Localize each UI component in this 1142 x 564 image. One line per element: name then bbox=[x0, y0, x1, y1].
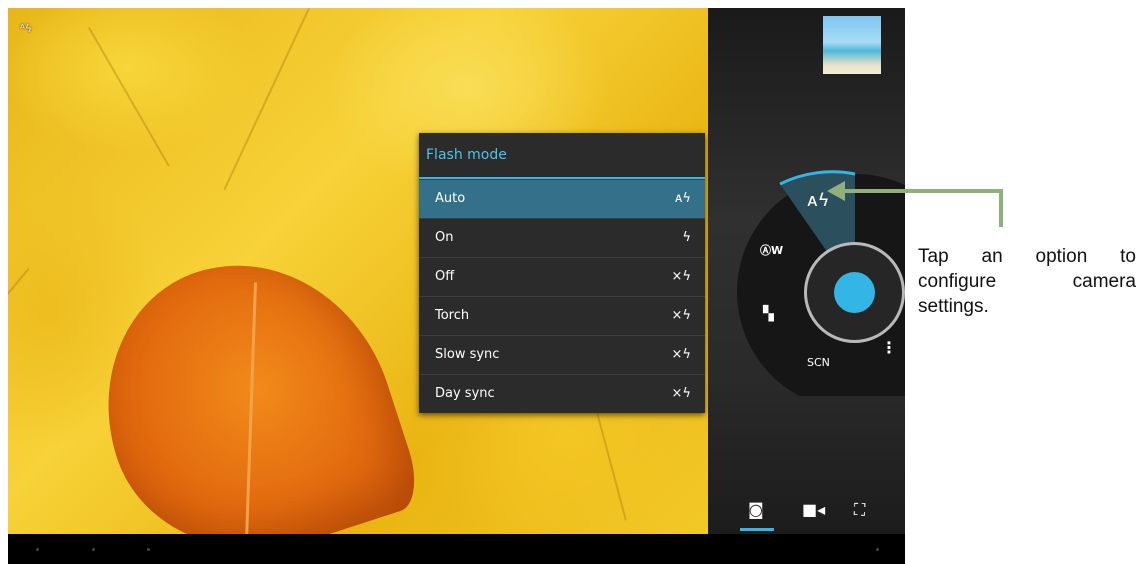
leaf-vein bbox=[8, 268, 30, 408]
panorama-icon[interactable]: ⛶ bbox=[854, 500, 865, 520]
nav-recents-dot[interactable] bbox=[147, 548, 150, 551]
flash-off-icon: ×ϟ bbox=[671, 347, 691, 362]
leaf-vein bbox=[88, 27, 170, 167]
navigation-bar bbox=[8, 534, 905, 564]
active-tab-indicator bbox=[740, 528, 774, 531]
menu-item-auto[interactable]: Auto ᴀϟ bbox=[419, 179, 705, 218]
gallery-thumbnail[interactable] bbox=[823, 16, 881, 74]
flash-off-icon: ×ϟ bbox=[671, 308, 691, 323]
flash-on-icon: ϟ bbox=[682, 230, 691, 245]
menu-item-torch[interactable]: Torch ×ϟ bbox=[419, 296, 705, 335]
menu-item-label: On bbox=[435, 230, 454, 245]
menu-item-label: Day sync bbox=[435, 386, 495, 401]
nav-back-dot[interactable] bbox=[36, 548, 39, 551]
menu-item-label: Slow sync bbox=[435, 347, 500, 362]
orange-leaf bbox=[70, 226, 426, 534]
menu-item-on[interactable]: On ϟ bbox=[419, 218, 705, 257]
menu-item-off[interactable]: Off ×ϟ bbox=[419, 257, 705, 296]
callout-connector-vertical bbox=[999, 189, 1003, 227]
menu-item-label: Auto bbox=[435, 191, 466, 206]
menu-item-label: Torch bbox=[435, 308, 470, 323]
nav-home-dot[interactable] bbox=[92, 548, 95, 551]
camera-icon[interactable]: ◙ bbox=[748, 500, 764, 519]
exposure-icon[interactable]: ▚ bbox=[763, 306, 774, 322]
callout-arrowhead bbox=[827, 181, 845, 201]
flash-mode-menu: Flash mode Auto ᴀϟ On ϟ Off ×ϟ Torch ×ϟ … bbox=[419, 133, 705, 413]
callout-text: Tap an option to configure camera settin… bbox=[918, 246, 1136, 317]
flash-off-icon: ×ϟ bbox=[671, 269, 691, 284]
shutter-button[interactable] bbox=[804, 242, 905, 343]
menu-item-label: Off bbox=[435, 269, 455, 284]
mode-tabs: ◙ ■◂ ⛶ bbox=[708, 494, 905, 534]
menu-item-slow-sync[interactable]: Slow sync ×ϟ bbox=[419, 335, 705, 374]
menu-item-day-sync[interactable]: Day sync ×ϟ bbox=[419, 374, 705, 413]
shutter-dot bbox=[834, 272, 875, 313]
menu-title: Flash mode bbox=[419, 133, 705, 179]
nav-menu-dot[interactable] bbox=[876, 548, 879, 551]
scene-mode-label[interactable]: SCN bbox=[807, 356, 830, 369]
callout-connector bbox=[840, 189, 1002, 193]
flash-off-icon: ×ϟ bbox=[671, 386, 691, 401]
device-screen: ᴬϟ Flash mode Auto ᴀϟ On ϟ Off ×ϟ Torch … bbox=[8, 8, 905, 564]
white-balance-label: W bbox=[771, 244, 784, 257]
white-balance-icon[interactable]: ⒶW bbox=[760, 242, 783, 258]
flash-auto-icon: ᴀϟ bbox=[674, 191, 691, 206]
video-icon[interactable]: ■◂ bbox=[802, 500, 825, 519]
camera-control-panel: ᴀϟ ⒶW ▚ SCN ⋮ ◙ ■◂ ⛶ bbox=[708, 8, 905, 534]
flash-auto-indicator-icon: ᴬϟ bbox=[20, 22, 32, 35]
leaf-vein bbox=[223, 8, 310, 191]
more-options-icon[interactable]: ⋮ bbox=[881, 338, 897, 357]
